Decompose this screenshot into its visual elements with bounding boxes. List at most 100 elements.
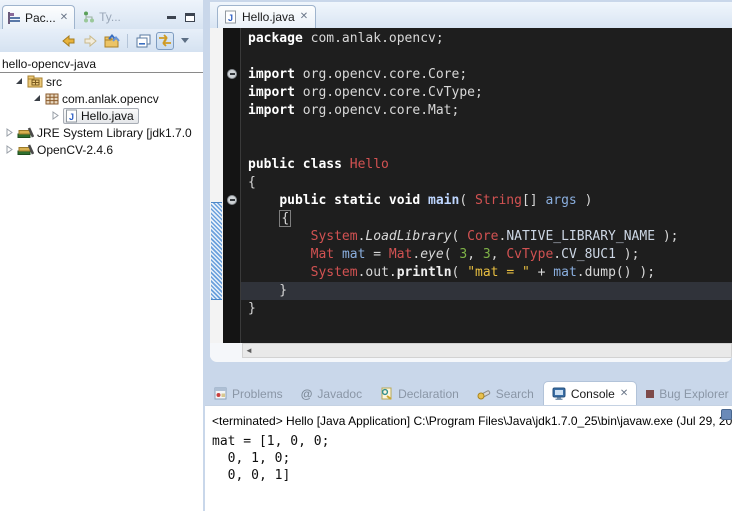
tab-problems[interactable]: Problems <box>205 382 292 405</box>
code-line[interactable]: public class Hello <box>241 156 732 174</box>
code-line[interactable]: } <box>241 282 732 300</box>
code-line[interactable]: import org.opencv.core.Core; <box>241 66 732 84</box>
code-line[interactable] <box>241 120 732 138</box>
forward-button[interactable] <box>81 32 99 50</box>
code-line[interactable]: System.LoadLibrary( Core.NATIVE_LIBRARY_… <box>241 228 732 246</box>
view-menu-icon[interactable] <box>181 38 189 43</box>
tree-item-package[interactable]: com.anlak.opencv <box>0 90 203 107</box>
scroll-left-arrow-icon[interactable]: ◄ <box>245 346 253 355</box>
editor-horizontal-scrollbar[interactable]: ◄ <box>210 343 732 358</box>
tab-type-hierarchy[interactable]: Ty... <box>75 5 129 29</box>
tab-javadoc[interactable]: @ Javadoc <box>292 382 371 405</box>
tree-selection: J Hello.java <box>63 108 139 124</box>
tab-package-explorer[interactable]: Pac... ✕ <box>2 5 75 29</box>
console-output-line: 0, 0, 1] <box>212 467 732 484</box>
code-line[interactable] <box>241 48 732 66</box>
console-view: Problems @ Javadoc Declaration Search <box>205 379 732 511</box>
package-explorer-icon <box>8 12 21 24</box>
library-icon <box>17 126 34 139</box>
code-line[interactable]: } <box>241 300 732 318</box>
code-line[interactable]: package com.anlak.opencv; <box>241 30 732 48</box>
annotation-ruler[interactable] <box>210 28 223 343</box>
bug-explorer-icon <box>646 390 654 398</box>
maximize-icon[interactable] <box>185 13 195 22</box>
tree-item-opencv-library[interactable]: OpenCV-2.4.6 <box>0 141 203 158</box>
code-lines[interactable]: package com.anlak.opencv; import org.open… <box>241 28 732 343</box>
folding-ruler[interactable] <box>223 28 241 343</box>
tree-item-project[interactable]: hello-opencv-java <box>0 55 203 73</box>
type-hierarchy-icon <box>83 11 95 23</box>
back-button[interactable] <box>59 32 77 50</box>
tab-hello-java[interactable]: J Hello.java ✕ <box>217 5 316 28</box>
collapse-all-button[interactable] <box>134 32 152 50</box>
tab-label: Bug Explorer <box>659 387 728 401</box>
package-icon <box>45 92 59 105</box>
tab-label: Declaration <box>398 387 459 401</box>
tree-item-src[interactable]: src <box>0 73 203 90</box>
library-icon <box>17 143 34 156</box>
close-icon[interactable]: ✕ <box>620 389 628 399</box>
project-tree: hello-opencv-java src com.anlak.opencv <box>0 52 203 511</box>
console-content[interactable]: <terminated> Hello [Java Application] C:… <box>205 405 732 511</box>
package-explorer-tabbar: Pac... ✕ Ty... <box>0 0 203 29</box>
tree-item-hello-java[interactable]: J Hello.java <box>0 107 203 124</box>
close-icon[interactable]: ✕ <box>300 12 308 22</box>
svg-text:J: J <box>69 112 74 122</box>
code-line[interactable] <box>241 138 732 156</box>
code-line[interactable]: import org.opencv.core.Mat; <box>241 102 732 120</box>
console-status-line: <terminated> Hello [Java Application] C:… <box>205 406 732 428</box>
tree-item-label: OpenCV-2.4.6 <box>37 143 113 157</box>
svg-text:J: J <box>228 13 233 23</box>
console-output-line: mat = [1, 0, 0; <box>212 433 732 450</box>
link-with-editor-button[interactable] <box>156 32 174 50</box>
tab-label: Pac... <box>25 11 56 25</box>
collapsed-arrow-icon[interactable] <box>4 127 14 138</box>
tab-label: Problems <box>232 387 283 401</box>
tab-search[interactable]: Search <box>468 382 543 405</box>
code-line[interactable]: import org.opencv.core.CvType; <box>241 84 732 102</box>
console-tabbar: Problems @ Javadoc Declaration Search <box>205 379 732 405</box>
tab-bug-explorer[interactable]: Bug Explorer <box>637 382 732 405</box>
range-indicator <box>211 202 222 300</box>
console-output[interactable]: mat = [1, 0, 0; 0, 1, 0; 0, 0, 1] <box>212 433 732 484</box>
expanded-arrow-icon[interactable] <box>14 76 24 87</box>
toolbar-separator <box>127 34 128 48</box>
javadoc-icon: @ <box>301 387 313 401</box>
scrollbar-track[interactable]: ◄ <box>242 343 732 358</box>
editor-tab-label: Hello.java <box>242 10 295 24</box>
code-line[interactable]: Mat mat = Mat.eye( 3, 3, CvType.CV_8UC1 … <box>241 246 732 264</box>
tree-item-jre-library[interactable]: JRE System Library [jdk1.7.0 <box>0 124 203 141</box>
fold-collapse-icon[interactable] <box>227 69 237 79</box>
code-line[interactable]: public static void main( String[] args ) <box>241 192 732 210</box>
forward-arrow-icon <box>83 34 98 48</box>
collapsed-arrow-icon[interactable] <box>50 110 60 121</box>
code-line[interactable]: { <box>241 210 732 228</box>
editor-area: J Hello.java ✕ package com.anlak.opencv;… <box>210 2 732 362</box>
package-explorer-toolbar <box>0 29 203 52</box>
tab-declaration[interactable]: Declaration <box>371 382 468 405</box>
console-output-line: 0, 1, 0; <box>212 450 732 467</box>
tree-item-label: com.anlak.opencv <box>62 92 159 106</box>
tab-label: Search <box>496 387 534 401</box>
java-file-icon: J <box>224 10 237 24</box>
folder-up-icon <box>104 33 120 48</box>
code-line[interactable]: { <box>241 174 732 192</box>
up-button[interactable] <box>103 32 121 50</box>
fold-collapse-icon[interactable] <box>227 195 237 205</box>
back-arrow-icon <box>61 34 76 48</box>
code-line[interactable]: System.out.println( "mat = " + mat.dump(… <box>241 264 732 282</box>
tree-item-label: Hello.java <box>81 109 134 123</box>
close-icon[interactable]: ✕ <box>60 13 68 23</box>
minimize-icon[interactable] <box>167 16 176 19</box>
collapsed-arrow-icon[interactable] <box>4 144 14 155</box>
expanded-arrow-icon[interactable] <box>32 93 42 104</box>
package-explorer-view: Pac... ✕ Ty... <box>0 0 203 511</box>
editor-tabbar: J Hello.java ✕ <box>210 2 732 28</box>
tab-label: Javadoc <box>317 387 362 401</box>
tree-item-label: JRE System Library [jdk1.7.0 <box>37 126 192 140</box>
java-file-icon: J <box>65 109 78 123</box>
link-with-editor-icon <box>158 34 172 47</box>
console-icon <box>552 387 566 400</box>
console-toolbar-icon[interactable] <box>721 409 732 420</box>
tab-console[interactable]: Console ✕ <box>543 381 637 405</box>
